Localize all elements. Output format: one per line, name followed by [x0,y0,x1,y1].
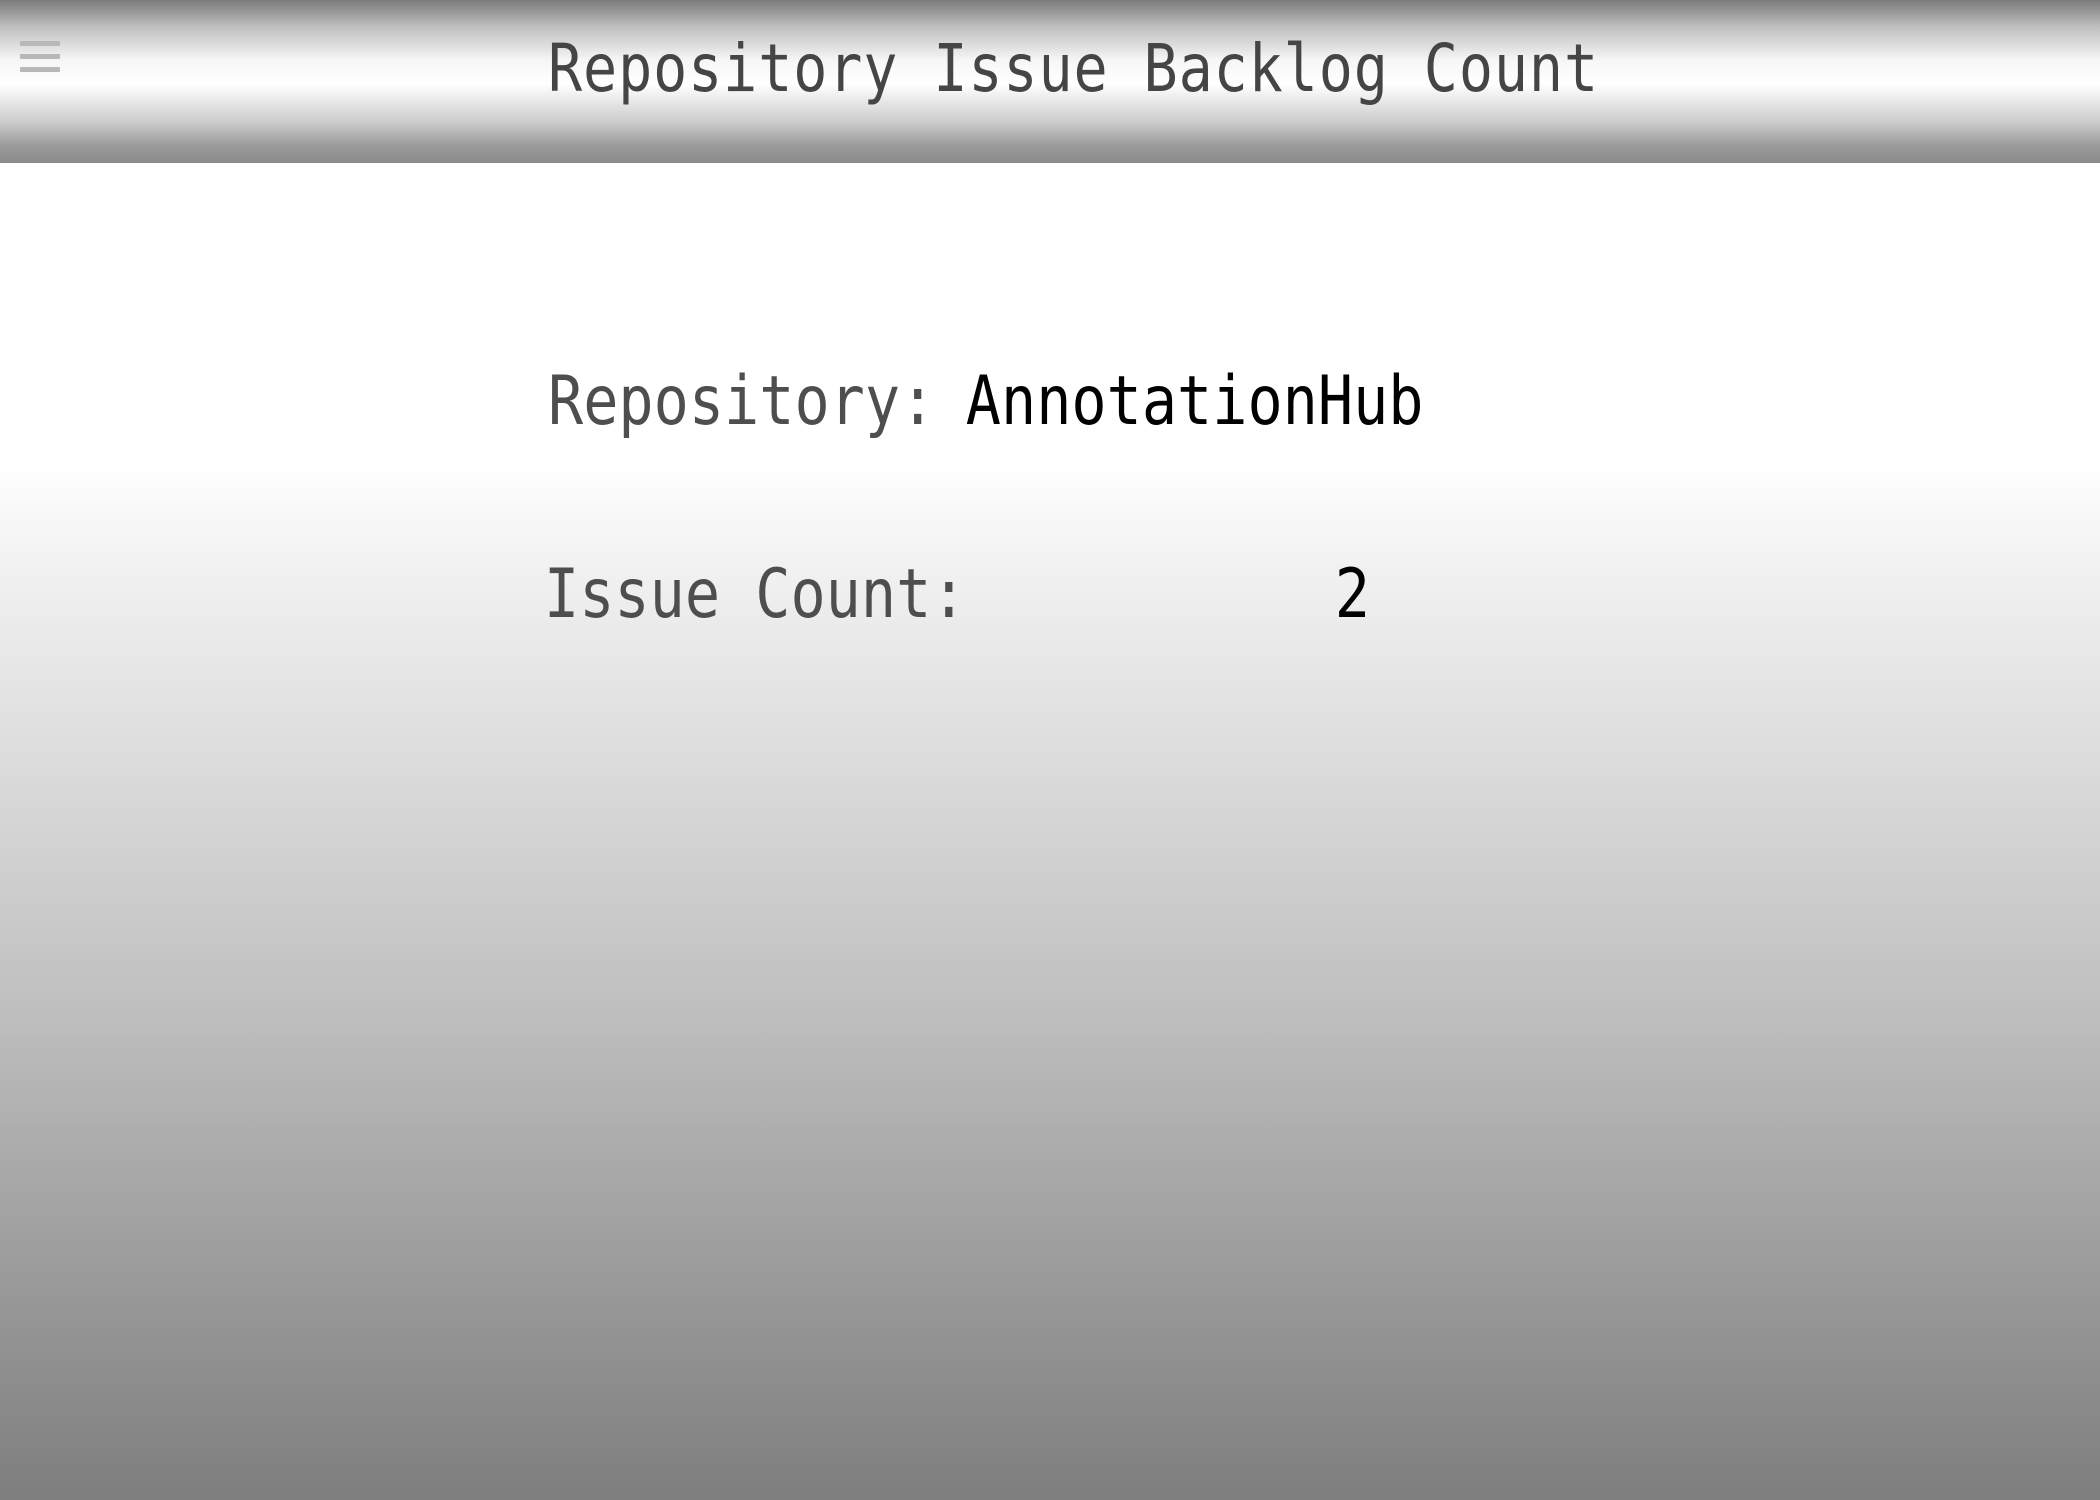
hamburger-menu-icon[interactable] [20,38,60,76]
app-header: Repository Issue Backlog Count [0,0,2100,163]
menu-bar-bottom [20,67,60,72]
menu-bar-middle [20,54,60,59]
page-title: Repository Issue Backlog Count [548,30,1599,107]
repository-value: AnnotationHub [965,362,1424,441]
menu-bar-top [20,41,60,46]
issue-count-value: 2 [1334,555,1370,634]
repository-label: Repository: [548,362,936,441]
issue-count-label: Issue Count: [544,555,967,634]
